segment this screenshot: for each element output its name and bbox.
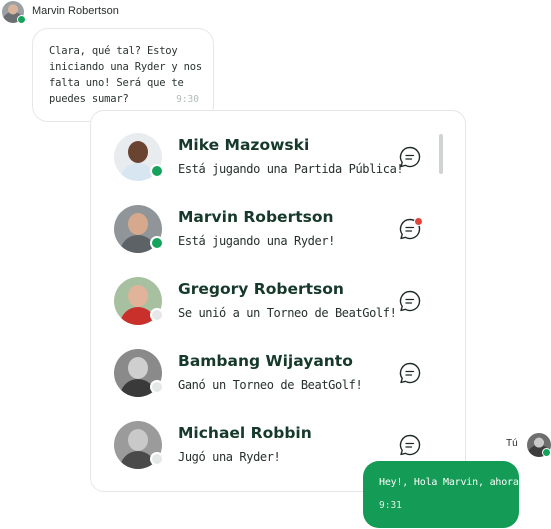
friend-name[interactable]: Michael Robbin xyxy=(178,424,312,442)
avatar-face xyxy=(128,357,148,379)
own-sender-label: Tú xyxy=(506,438,518,449)
chat-bubble-icon[interactable] xyxy=(398,433,422,457)
friend-name[interactable]: Marvin Robertson xyxy=(178,208,334,226)
friend-activity: Ganó un Torneo de BeatGolf! xyxy=(178,378,363,392)
chat-bubble-icon[interactable] xyxy=(398,145,422,169)
chat-bubble-icon[interactable] xyxy=(398,289,422,313)
friend-row[interactable]: Gregory Robertson Se unió a un Torneo de … xyxy=(114,277,444,327)
outgoing-message-text: Hey!, Hola Marvin, ahora? xyxy=(379,477,525,488)
friend-activity: Jugó una Ryder! xyxy=(178,450,281,464)
chat-bubble-icon[interactable] xyxy=(398,361,422,385)
friend-activity: Está jugando una Ryder! xyxy=(178,234,335,248)
friend-name[interactable]: Gregory Robertson xyxy=(178,280,344,298)
status-dot-online xyxy=(150,164,164,178)
avatar-face xyxy=(128,141,148,163)
status-dot-offline xyxy=(150,380,164,394)
avatar-face xyxy=(128,429,148,451)
friend-row[interactable]: Mike Mazowski Está jugando una Partida Pú… xyxy=(114,133,444,183)
unread-badge xyxy=(414,217,423,226)
friend-name[interactable]: Bambang Wijayanto xyxy=(178,352,353,370)
own-online-dot xyxy=(542,448,551,457)
status-dot-offline xyxy=(150,452,164,466)
sender-online-dot xyxy=(17,15,26,24)
friend-name[interactable]: Mike Mazowski xyxy=(178,136,309,154)
friend-row[interactable]: Marvin Robertson Está jugando una Ryder! xyxy=(114,205,444,255)
friend-activity: Está jugando una Partida Pública! xyxy=(178,162,404,176)
friend-row[interactable]: Bambang Wijayanto Ganó un Torneo de BeatG… xyxy=(114,349,444,399)
status-dot-offline xyxy=(150,308,164,322)
outgoing-message-time: 9:31 xyxy=(379,500,402,511)
sender-name: Marvin Robertson xyxy=(32,5,119,17)
status-dot-online xyxy=(150,236,164,250)
avatar-face xyxy=(128,213,148,235)
outgoing-message-bubble: Hey!, Hola Marvin, ahora? 9:31 xyxy=(363,461,525,528)
avatar-face xyxy=(128,285,148,307)
friend-activity: Se unió a un Torneo de BeatGolf! xyxy=(178,306,397,320)
incoming-message-bubble: Clara, qué tal? Estoy iniciando una Ryde… xyxy=(32,28,214,122)
incoming-message-time: 9:30 xyxy=(176,94,199,105)
